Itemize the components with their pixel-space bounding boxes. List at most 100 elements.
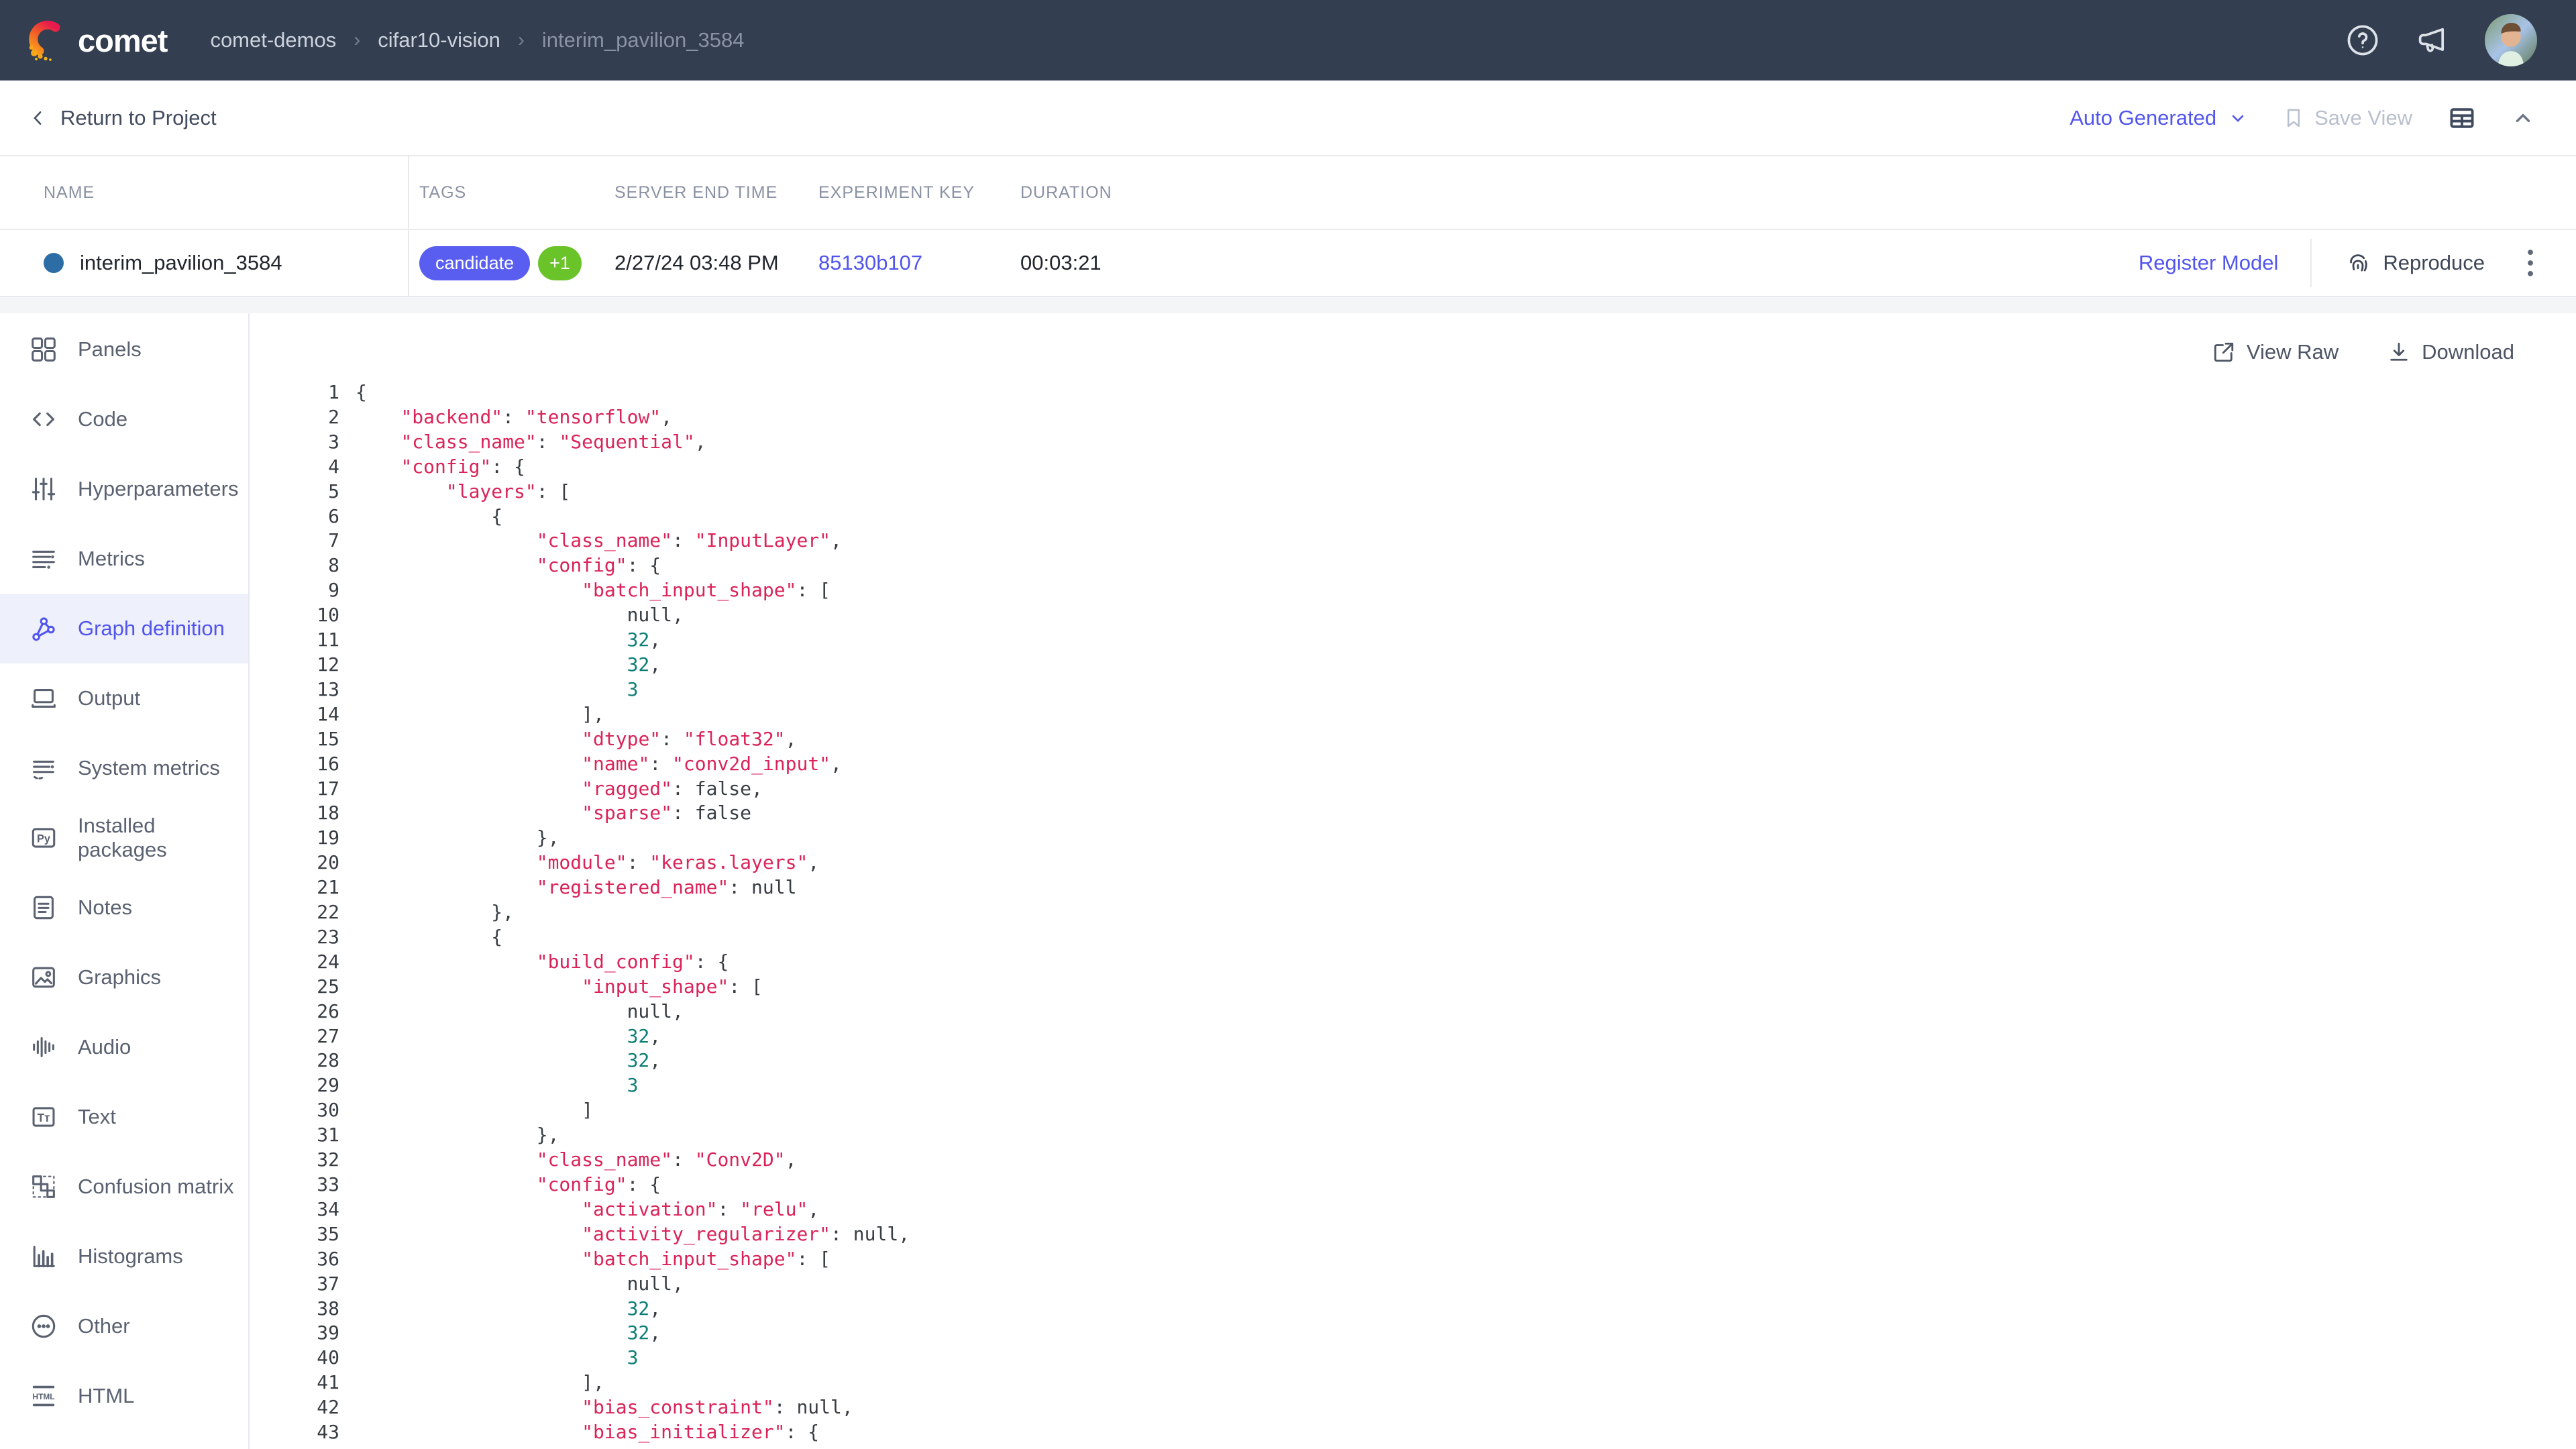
row-menu-kebab-icon[interactable] <box>2517 248 2544 278</box>
download-icon <box>2387 340 2411 364</box>
download-button[interactable]: Download <box>2387 340 2514 364</box>
code-text: "input_shape": [ <box>356 975 763 1000</box>
experiment-row: interim_pavilion_3584 candidate +1 2/27/… <box>0 230 2576 297</box>
line-number: 7 <box>288 529 339 553</box>
sidebar-item-panels[interactable]: Panels <box>0 315 248 384</box>
sidebar-item-audio[interactable]: Audio <box>0 1012 248 1082</box>
code-line: 4 "config": { <box>288 455 2576 480</box>
metrics-icon <box>28 543 59 574</box>
code-text: 3 <box>356 1073 638 1098</box>
code-line: 31 }, <box>288 1123 2576 1148</box>
line-number: 21 <box>288 875 339 900</box>
sidebar-item-hyperparameters[interactable]: Hyperparameters <box>0 454 248 524</box>
code-text: null, <box>356 1000 684 1024</box>
collapse-panel-icon[interactable] <box>2512 107 2534 129</box>
audio-icon <box>28 1032 59 1063</box>
sidebar-item-histograms[interactable]: Histograms <box>0 1222 248 1291</box>
code-line: 42 "bias_constraint": null, <box>288 1395 2576 1420</box>
sidebar-item-output[interactable]: Output <box>0 663 248 733</box>
sidebar-item-label: System metrics <box>78 756 220 780</box>
graph-definition-icon <box>28 613 59 644</box>
line-number: 32 <box>288 1148 339 1173</box>
chevron-left-icon <box>28 108 48 128</box>
code-line: 24 "build_config": { <box>288 950 2576 975</box>
sidebar-item-notes[interactable]: Notes <box>0 873 248 943</box>
help-icon[interactable] <box>2345 23 2380 58</box>
code-line: 25 "input_shape": [ <box>288 975 2576 1000</box>
column-header-duration: DURATION <box>1010 156 2576 229</box>
line-number: 18 <box>288 801 339 826</box>
sidebar-item-graphics[interactable]: Graphics <box>0 943 248 1012</box>
server-end-time-cell: 2/27/24 03:48 PM <box>604 230 808 296</box>
breadcrumb: comet-demos › cifar10-vision › interim_p… <box>210 28 744 52</box>
code-text: "config": { <box>356 455 525 480</box>
sidebar-item-other[interactable]: Other <box>0 1291 248 1361</box>
code-line: 23 { <box>288 925 2576 950</box>
sidebar-item-label: Notes <box>78 896 132 920</box>
experiment-name-cell: interim_pavilion_3584 <box>0 230 409 296</box>
code-text: }, <box>356 826 559 851</box>
panels-icon <box>28 334 59 365</box>
sidebar-item-confusion-matrix[interactable]: Confusion matrix <box>0 1152 248 1222</box>
return-to-project-button[interactable]: Return to Project <box>28 106 217 130</box>
line-number: 34 <box>288 1197 339 1222</box>
code-line: 7 "class_name": "InputLayer", <box>288 529 2576 553</box>
html-icon: HTML <box>28 1381 59 1411</box>
user-avatar[interactable] <box>2485 14 2537 66</box>
breadcrumb-project[interactable]: cifar10-vision <box>378 28 500 52</box>
code-line: 39 32, <box>288 1321 2576 1346</box>
actions-divider <box>2310 239 2312 287</box>
code-line: 9 "batch_input_shape": [ <box>288 578 2576 603</box>
code-line: 28 32, <box>288 1049 2576 1073</box>
code-text: { <box>356 380 367 405</box>
sidebar-item-code[interactable]: Code <box>0 384 248 454</box>
code-text: ] <box>356 1098 593 1123</box>
code-text: 32, <box>356 653 661 678</box>
sidebar-item-label: HTML <box>78 1384 134 1408</box>
code-text: null, <box>356 1272 684 1297</box>
line-number: 14 <box>288 702 339 727</box>
view-selector-dropdown[interactable]: Auto Generated <box>2070 106 2247 130</box>
code-line: 1{ <box>288 380 2576 405</box>
code-text: 3 <box>356 1346 638 1371</box>
tag-more-count[interactable]: +1 <box>538 246 582 280</box>
column-header-experiment-key: EXPERIMENT KEY <box>808 156 1010 229</box>
announcements-icon[interactable] <box>2415 23 2450 58</box>
table-view-icon[interactable] <box>2447 103 2477 133</box>
code-text: "config": { <box>356 1173 661 1197</box>
code-text: "activation": "relu", <box>356 1197 819 1222</box>
code-line: 3 "class_name": "Sequential", <box>288 430 2576 455</box>
sidebar-item-html[interactable]: HTML HTML <box>0 1361 248 1431</box>
comet-logo[interactable]: comet <box>25 19 167 62</box>
experiment-key-link[interactable]: 85130b107 <box>808 230 1010 296</box>
code-line: 16 "name": "conv2d_input", <box>288 752 2576 777</box>
code-line: 27 32, <box>288 1024 2576 1049</box>
svg-text:Py: Py <box>37 833 50 845</box>
sidebar-item-system-metrics[interactable]: System metrics <box>0 733 248 803</box>
sidebar-item-label: Hyperparameters <box>78 477 238 501</box>
top-navigation-bar: comet comet-demos › cifar10-vision › int… <box>0 0 2576 80</box>
register-model-button[interactable]: Register Model <box>2139 251 2278 275</box>
table-header-row: NAME TAGS SERVER END TIME EXPERIMENT KEY… <box>0 156 2576 230</box>
svg-text:HTML: HTML <box>33 1392 55 1401</box>
graph-definition-panel: View Raw Download 1{2 "backend": "tensor… <box>250 313 2576 1449</box>
line-number: 40 <box>288 1346 339 1371</box>
experiment-table: NAME TAGS SERVER END TIME EXPERIMENT KEY… <box>0 156 2576 297</box>
reproduce-button[interactable]: Reproduce <box>2344 249 2485 277</box>
line-number: 13 <box>288 678 339 702</box>
sidebar-item-text[interactable]: TтText <box>0 1082 248 1152</box>
tag-candidate[interactable]: candidate <box>419 246 530 280</box>
save-view-button[interactable]: Save View <box>2282 106 2412 130</box>
sidebar-item-installed-packages[interactable]: PyInstalled packages <box>0 803 248 873</box>
code-text: ], <box>356 1371 604 1395</box>
breadcrumb-workspace[interactable]: comet-demos <box>210 28 336 52</box>
code-line: 32 "class_name": "Conv2D", <box>288 1148 2576 1173</box>
view-raw-button[interactable]: View Raw <box>2212 340 2339 364</box>
sidebar-item-label: Graphics <box>78 965 161 989</box>
line-number: 8 <box>288 553 339 578</box>
sidebar-item-graph-definition[interactable]: Graph definition <box>0 594 248 663</box>
line-number: 41 <box>288 1371 339 1395</box>
sidebar-item-metrics[interactable]: Metrics <box>0 524 248 594</box>
code-text: "class_name": "Sequential", <box>356 430 706 455</box>
code-text: "bias_initializer": { <box>356 1420 819 1445</box>
